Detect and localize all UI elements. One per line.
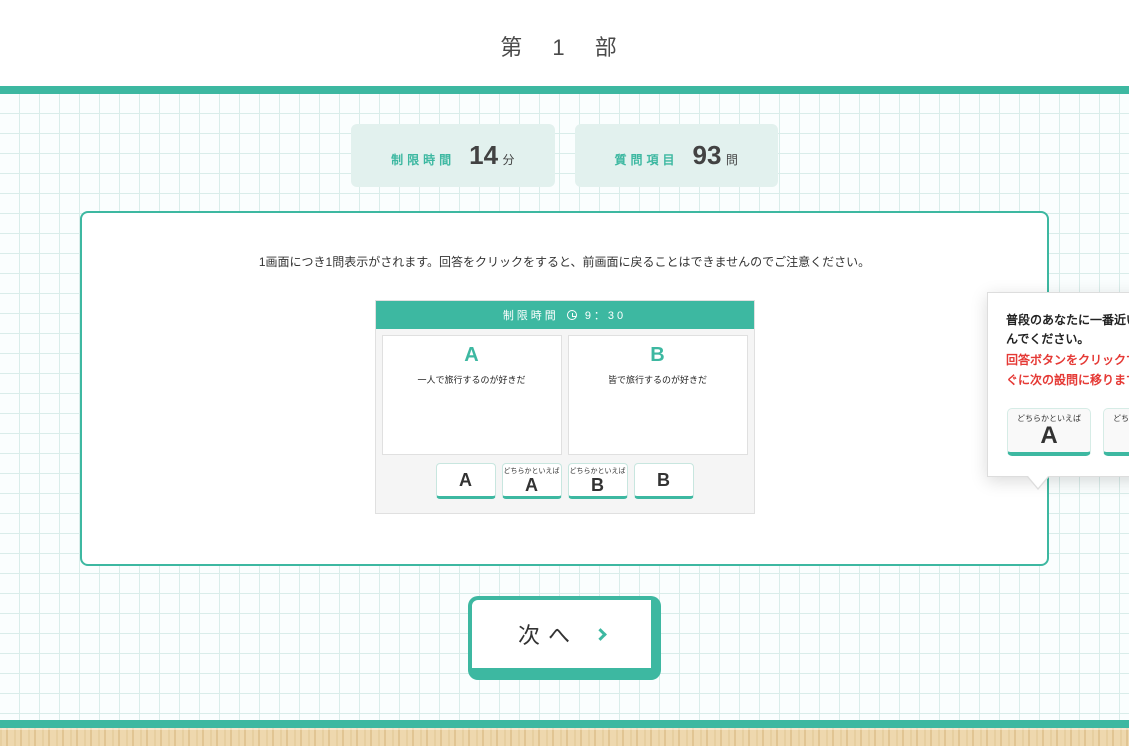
demo-screenshot: 制限時間 9：30 A 一人で旅行するのが好きだ B 皆で旅行するのが好きだ [375, 300, 755, 514]
demo-panel-a: A 一人で旅行するのが好きだ [382, 335, 562, 455]
demo-header-label: 制限時間 [503, 307, 559, 323]
demo-answer-b[interactable]: B [634, 463, 694, 499]
demo-answer-rather-a-big: A [525, 476, 538, 494]
tooltip-answer-b-small: どちらかといえば [1113, 413, 1129, 424]
question-count-value: 93 [693, 140, 722, 170]
tooltip: 普段のあなたに一番近いものを選んでください。 回答ボタンをクリックすると、すぐに… [987, 292, 1129, 477]
next-button[interactable]: 次へ [468, 596, 661, 680]
panel-a-letter: A [389, 344, 555, 367]
question-count-label: 質問項目 [615, 151, 679, 168]
divider-top [0, 86, 1129, 94]
time-limit-badge: 制限時間 14 分 [351, 124, 554, 187]
tooltip-line-2: 回答ボタンをクリックすると、すぐに次の設問に移ります。 [1006, 351, 1129, 389]
demo-answer-rather-b-big: B [591, 476, 604, 494]
demo-answer-rather-a[interactable]: どちらかといえば A [502, 463, 562, 499]
tooltip-line-1: 普段のあなたに一番近いものを選んでください。 [1006, 311, 1129, 349]
question-count-badge: 質問項目 93 問 [575, 124, 778, 187]
tooltip-buttons: どちらかといえば A どちらかといえば B ☝ [1006, 408, 1129, 456]
chevron-right-icon [594, 628, 607, 641]
panel-a-statement: 一人で旅行するのが好きだ [389, 373, 555, 386]
question-count-unit: 問 [726, 153, 738, 167]
demo-header: 制限時間 9：30 [376, 301, 754, 329]
demo-panels: A 一人で旅行するのが好きだ B 皆で旅行するのが好きだ [376, 329, 754, 461]
clock-icon [567, 310, 577, 320]
demo-panel-b: B 皆で旅行するのが好きだ [568, 335, 748, 455]
card-instruction-text: 1画面につき1問表示がされます。回答をクリックをすると、前画面に戻ることはできま… [172, 253, 957, 270]
time-limit-value: 14 [469, 140, 498, 170]
tooltip-answer-a-big: A [1040, 424, 1057, 448]
next-button-label: 次へ [518, 618, 578, 650]
main-content: 制限時間 14 分 質問項目 93 問 1画面につき1問表示がされます。回答をク… [0, 94, 1129, 720]
info-badges: 制限時間 14 分 質問項目 93 問 [80, 124, 1049, 187]
divider-bottom [0, 720, 1129, 728]
time-limit-label: 制限時間 [391, 151, 455, 168]
wood-floor-bar [0, 728, 1129, 746]
page-title: 第 1 部 [0, 0, 1129, 86]
demo-answer-rather-b[interactable]: どちらかといえば B [568, 463, 628, 499]
next-button-wrap: 次へ [80, 596, 1049, 680]
panel-b-letter: B [575, 344, 741, 367]
demo-answer-a[interactable]: A [436, 463, 496, 499]
demo-buttons: A どちらかといえば A どちらかといえば B B [376, 463, 754, 499]
panel-b-statement: 皆で旅行するのが好きだ [575, 373, 741, 386]
tooltip-answer-b[interactable]: どちらかといえば B ☝ [1103, 408, 1129, 456]
demo-wrap: 制限時間 9：30 A 一人で旅行するのが好きだ B 皆で旅行するのが好きだ [172, 300, 957, 514]
demo-answer-b-big: B [657, 471, 670, 489]
instruction-card: 1画面につき1問表示がされます。回答をクリックをすると、前画面に戻ることはできま… [80, 211, 1049, 566]
time-limit-unit: 分 [502, 153, 514, 167]
tooltip-answer-a[interactable]: どちらかといえば A [1007, 408, 1091, 456]
demo-answer-a-big: A [459, 471, 472, 489]
demo-header-time: 9：30 [585, 307, 626, 323]
